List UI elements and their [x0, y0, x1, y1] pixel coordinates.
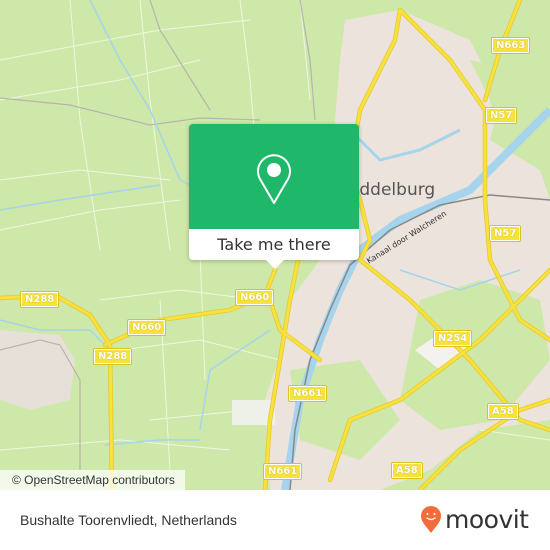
road-shield-n663: N663 [490, 37, 531, 54]
popup-pointer [266, 260, 284, 269]
road-shield-n57: N57 [488, 225, 522, 242]
road-shield-a58: A58 [487, 403, 519, 420]
popup-header [189, 124, 359, 229]
moovit-logo[interactable]: moovit [420, 505, 529, 534]
road-shield-n288: N288 [19, 291, 60, 308]
moovit-smiley-pin-icon [421, 505, 441, 533]
road-shield-n57: N57 [484, 107, 518, 124]
road-shield-n288: N288 [92, 348, 133, 365]
road-shield-n254: N254 [432, 330, 473, 347]
road-shield-a58: A58 [391, 462, 423, 479]
place-name: Bushalte Toorenvliedt, Netherlands [20, 512, 237, 528]
road-shield-n661: N661 [287, 385, 328, 402]
road-shield-n660: N660 [126, 319, 167, 336]
road-shield-n660: N660 [234, 289, 275, 306]
urban-area-west [0, 330, 75, 410]
map-attribution[interactable]: © OpenStreetMap contributors [0, 470, 185, 490]
road-shield-n661: N661 [262, 463, 303, 480]
location-pin-icon [257, 154, 291, 204]
take-me-there-button[interactable]: Take me there [189, 229, 359, 260]
location-popup: Take me there [189, 124, 359, 269]
moovit-wordmark: moovit [445, 505, 529, 534]
